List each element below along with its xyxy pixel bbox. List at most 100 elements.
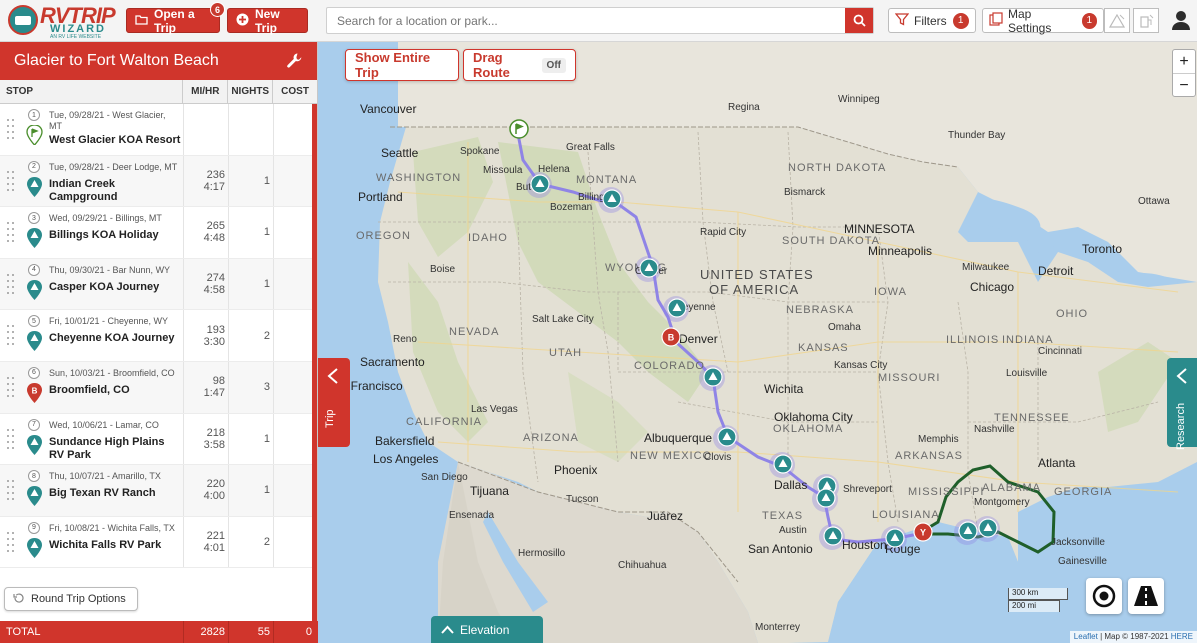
drag-handle-icon[interactable] [7, 480, 15, 502]
stop-date: Fri, 10/08/21 - Wichita Falls, TX [49, 522, 175, 533]
stop-name[interactable]: Cheyenne KOA Journey [49, 332, 181, 345]
map-label-monterrey: Monterrey [755, 622, 801, 633]
stop-miles: 218 [206, 426, 225, 439]
hazard-toggle-button[interactable] [1104, 8, 1130, 33]
warning-triangle-icon [1109, 13, 1125, 28]
stop-cost [274, 414, 313, 465]
map-label-reno: Reno [393, 334, 417, 345]
stop-hours: 4:00 [203, 490, 225, 503]
stop-row[interactable]: 9 Fri, 10/08/21 - Wichita Falls, TX Wichit… [0, 516, 313, 569]
research-panel-tab[interactable]: Research [1167, 358, 1197, 450]
leaflet-link[interactable]: Leaflet [1074, 632, 1098, 641]
stop-nights: 1 [229, 207, 274, 258]
elevation-toggle[interactable]: Elevation [431, 616, 543, 643]
rv-trip-wizard-logo[interactable]: RVTRIP WIZARD AN RV LIFE WEBSITE [8, 3, 116, 40]
stop-number: 7 [28, 418, 40, 431]
new-trip-button[interactable]: New Trip [227, 7, 308, 35]
drag-handle-icon[interactable] [7, 222, 15, 244]
campground-pin-icon[interactable] [703, 367, 723, 394]
stop-name[interactable]: Casper KOA Journey [49, 281, 181, 294]
round-trip-label: Round Trip Options [31, 593, 126, 605]
stop-list-scrollbar[interactable] [312, 104, 317, 621]
waypoint-pin-icon[interactable]: B [661, 327, 681, 354]
zoom-in-button[interactable]: + [1173, 50, 1195, 74]
drag-handle-icon[interactable] [7, 531, 15, 554]
campground-pin-icon [26, 537, 43, 558]
stop-name[interactable]: Sundance High Plains RV Park [49, 436, 181, 462]
map-label-tennessee: TENNESSEE [994, 412, 1070, 424]
map-label-chicago: Chicago [970, 280, 1015, 294]
stop-row[interactable]: 6 Sun, 10/03/21 - Broomfield, CO B Broomfie… [0, 361, 313, 414]
chevron-up-icon [441, 623, 454, 637]
map-label-seattle: Seattle [381, 146, 419, 160]
campground-pin-icon [26, 279, 43, 300]
wrench-icon[interactable] [286, 52, 303, 74]
stop-number: 2 [28, 160, 40, 173]
trip-panel-tab[interactable]: Trip [318, 358, 350, 447]
open-trip-label: Open a Trip [154, 6, 195, 35]
filters-button[interactable]: Filters 1 [888, 8, 976, 33]
drag-handle-icon[interactable] [7, 428, 15, 451]
drag-handle-icon[interactable] [7, 170, 15, 193]
start-flag-pin-icon[interactable] [509, 119, 529, 146]
user-account-icon[interactable] [1170, 9, 1192, 31]
drag-handle-icon[interactable] [7, 376, 15, 399]
map-label-montgomery: Montgomery [974, 497, 1030, 508]
research-tab-label: Research [1175, 402, 1187, 450]
road-conditions-button[interactable] [1128, 578, 1164, 614]
trip-title[interactable]: Glacier to Fort Walton Beach [14, 52, 219, 70]
drag-handle-icon[interactable] [7, 119, 15, 141]
trip-map[interactable]: UNITED STATES OF AMERICA Vancouver Seattle… [318, 42, 1197, 643]
my-location-button[interactable] [1086, 578, 1122, 614]
show-entire-trip-button[interactable]: Show Entire Trip [345, 49, 459, 81]
stop-row[interactable]: 5 Fri, 10/01/21 - Cheyenne, WY Cheyenne KO… [0, 310, 313, 362]
campground-pin-icon[interactable] [773, 454, 793, 481]
destination-pin-icon[interactable]: Y [913, 522, 933, 549]
campground-pin-icon[interactable] [530, 174, 550, 201]
campground-pin-icon[interactable] [978, 518, 998, 545]
drag-handle-icon[interactable] [7, 325, 15, 347]
stop-row[interactable]: 3 Wed, 09/29/21 - Billings, MT Billings KO… [0, 207, 313, 259]
stop-name[interactable]: Broomfield, CO [49, 384, 181, 397]
here-link[interactable]: HERE [1171, 632, 1193, 641]
stop-name[interactable]: Big Texan RV Ranch [49, 487, 181, 500]
search-input[interactable] [327, 8, 845, 33]
round-trip-options-button[interactable]: Round Trip Options [4, 587, 138, 611]
stop-row[interactable]: 4 Thu, 09/30/21 - Bar Nunn, WY Casper KOA … [0, 258, 313, 311]
stop-row[interactable]: 8 Thu, 10/07/21 - Amarillo, TX Big Texan R… [0, 465, 313, 517]
stop-name[interactable]: Billings KOA Holiday [49, 229, 181, 242]
map-label-oregon: OREGON [356, 230, 411, 242]
stop-number: 6 [28, 366, 40, 379]
open-trip-button[interactable]: Open a Trip 6 [126, 2, 225, 35]
campground-pin-icon[interactable] [602, 189, 622, 216]
stop-name[interactable]: West Glacier KOA Resort [49, 134, 181, 147]
campground-pin-icon[interactable] [885, 528, 905, 555]
zoom-out-button[interactable]: − [1173, 74, 1195, 98]
stop-cost [274, 310, 313, 361]
campground-pin-icon[interactable] [823, 526, 843, 553]
drag-handle-icon[interactable] [7, 273, 15, 296]
campground-pin-icon[interactable] [816, 488, 836, 515]
stop-row[interactable]: 2 Tue, 09/28/21 - Deer Lodge, MT Indian Cr… [0, 155, 313, 208]
fuel-toggle-button[interactable] [1133, 8, 1159, 33]
map-settings-button[interactable]: Map Settings 1 [982, 7, 1104, 35]
map-label-vancouver: Vancouver [360, 102, 417, 116]
stop-row[interactable]: 1 Tue, 09/28/21 - West Glacier, MT West Gl… [0, 104, 313, 156]
drag-route-toggle[interactable]: Drag Route Off [463, 49, 576, 81]
map-label-arizona: ARIZONA [523, 432, 579, 444]
map-label-missouri: MISSOURI [878, 372, 941, 384]
campground-pin-icon[interactable] [717, 427, 737, 454]
stop-name[interactable]: Wichita Falls RV Park [49, 539, 181, 552]
map-label-kansas: KANSAS [798, 342, 849, 354]
campground-pin-icon[interactable] [639, 258, 659, 285]
stop-date: Tue, 09/28/21 - West Glacier, MT [49, 110, 166, 131]
stop-name[interactable]: Indian Creek Campground [49, 178, 181, 204]
map-label-las-vegas: Las Vegas [471, 404, 518, 415]
col-mihr: MI/HR [183, 80, 229, 103]
search-button[interactable] [845, 8, 873, 33]
map-label-thunder-bay: Thunder Bay [948, 130, 1006, 141]
stop-nights: 1 [229, 155, 274, 207]
campground-pin-icon[interactable] [667, 298, 687, 325]
campground-pin-icon[interactable] [958, 521, 978, 548]
stop-row[interactable]: 7 Wed, 10/06/21 - Lamar, CO Sundance High … [0, 413, 313, 466]
